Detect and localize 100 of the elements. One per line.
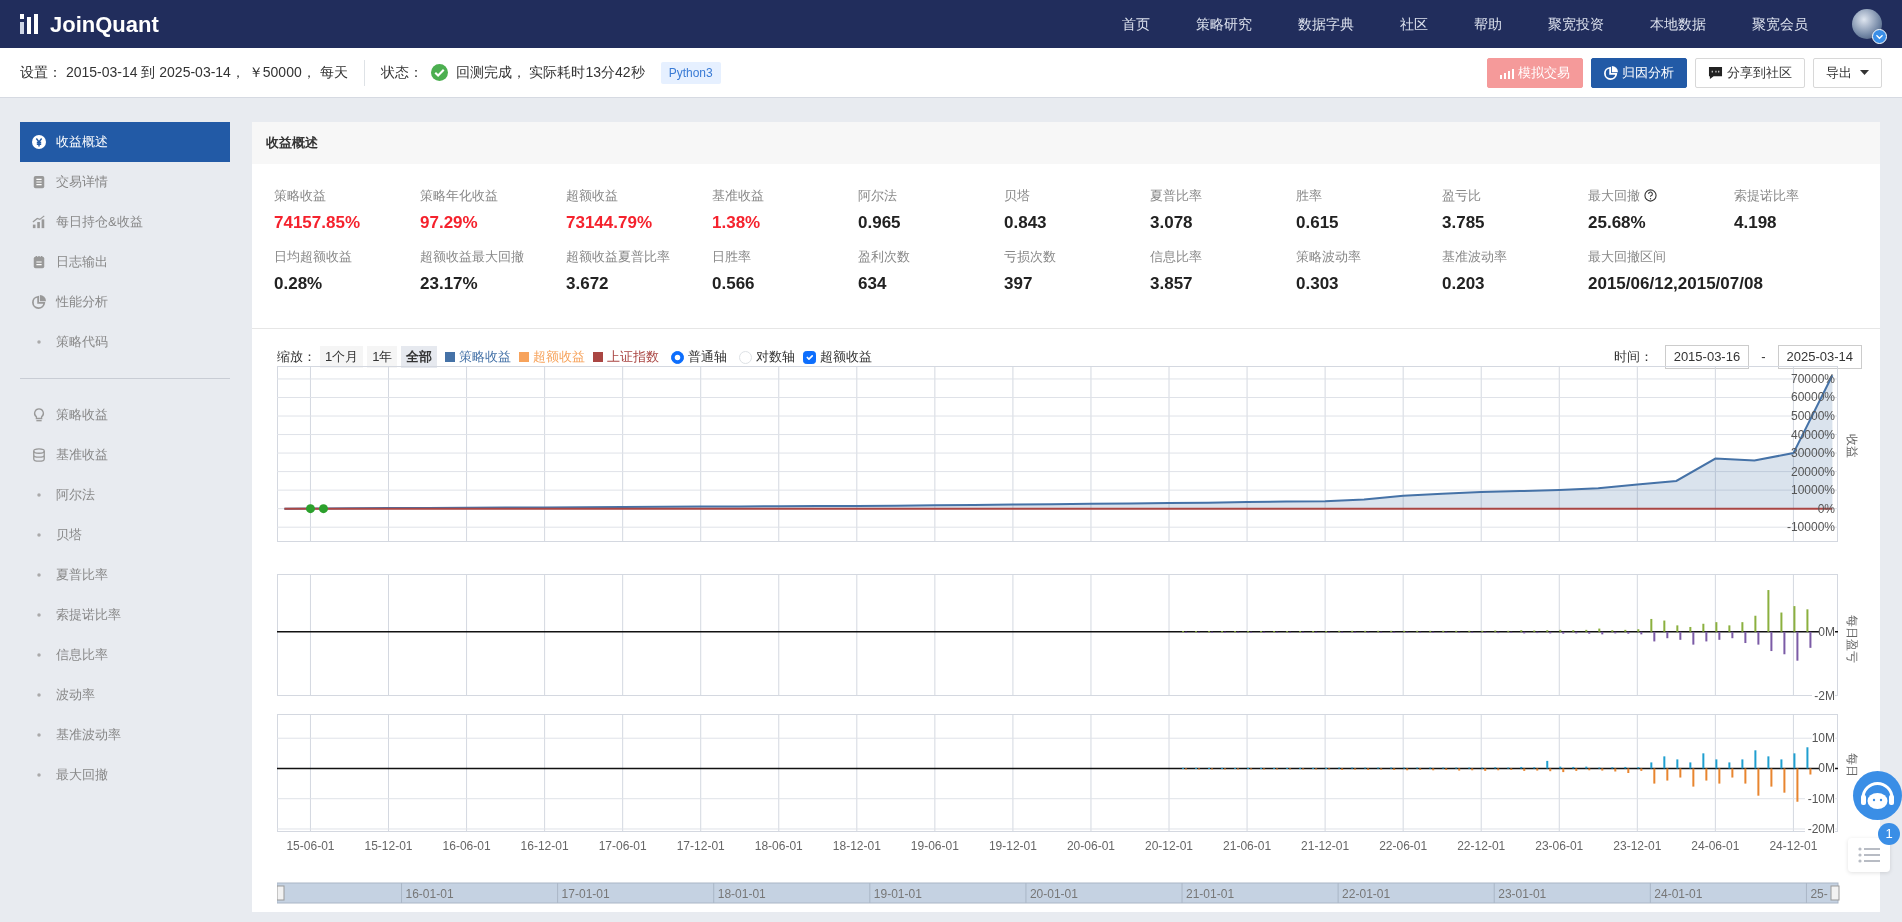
- axis-label: 17-12-01: [676, 839, 725, 853]
- axis-label: 20-01-01: [1029, 887, 1078, 901]
- metric-value: 3.672: [566, 272, 609, 295]
- axis-label: 20-06-01: [1066, 839, 1115, 853]
- sidebar-item[interactable]: 每日持仓&收益: [20, 202, 230, 242]
- metric-value: 3.785: [1442, 211, 1485, 234]
- brand-name[interactable]: JoinQuant: [50, 7, 159, 41]
- nav-link[interactable]: 首页: [1122, 13, 1150, 35]
- axis-label: 22-12-01: [1457, 839, 1506, 853]
- axis-label: 18-01-01: [717, 887, 766, 901]
- axis-label: 19-01-01: [873, 887, 922, 901]
- axis-label: 20-12-01: [1145, 839, 1194, 853]
- axis-label: 23-01-01: [1498, 887, 1547, 901]
- date-field[interactable]: 2025-03-14: [1777, 345, 1862, 369]
- metric-label: 最大回撤区间: [1588, 248, 1666, 266]
- sidebar-item[interactable]: 贝塔: [20, 515, 230, 555]
- axis-title: 每日: [1845, 753, 1859, 777]
- version-badge: Python3: [660, 61, 721, 84]
- metric-label: 盈利次数: [858, 248, 910, 266]
- metric-label: 基准波动率: [1442, 248, 1507, 266]
- metric-label: 超额收益夏普比率: [566, 248, 670, 266]
- axis-label: -2M: [1814, 689, 1835, 703]
- metric-value: 23.17%: [420, 272, 478, 295]
- status-label: 状态：: [380, 63, 423, 82]
- axis-label: 17-06-01: [598, 839, 647, 853]
- settings-text: 设置： 2015-03-14 到 2025-03-14， ￥50000， 每天: [20, 63, 348, 82]
- metric-value: 0.843: [1004, 211, 1047, 234]
- sidebar-item[interactable]: 基准波动率: [20, 715, 230, 755]
- sidebar-item[interactable]: 最大回撤: [20, 755, 230, 795]
- date-field[interactable]: 2015-03-16: [1664, 345, 1750, 369]
- metric-value: 3.857: [1150, 272, 1193, 295]
- axis-label: 22-06-01: [1379, 839, 1428, 853]
- sidebar-item[interactable]: 性能分析: [20, 282, 230, 322]
- sidebar-item[interactable]: 波动率: [20, 675, 230, 715]
- nav-link[interactable]: 策略研究: [1196, 13, 1252, 35]
- nav-link[interactable]: 聚宽会员: [1752, 13, 1808, 35]
- sidebar-item[interactable]: 信息比率: [20, 635, 230, 675]
- zoom-button[interactable]: 1个月: [320, 346, 364, 368]
- axis-label: 0M: [1818, 624, 1835, 639]
- metric-label: 信息比率: [1150, 248, 1202, 266]
- metric-label: 策略波动率: [1296, 248, 1361, 266]
- metric-label: 基准收益: [712, 187, 764, 205]
- nav-link[interactable]: 本地数据: [1650, 13, 1706, 35]
- time-label: 时间：: [1613, 348, 1653, 367]
- axis-label: 0M: [1818, 761, 1835, 776]
- metric-label: 盈亏比: [1442, 187, 1481, 205]
- axis-label: 16-06-01: [442, 839, 491, 853]
- metric-value: 0.965: [858, 211, 901, 234]
- sidebar-item[interactable]: 策略代码: [20, 322, 230, 362]
- metric-value: 1.38%: [712, 211, 761, 234]
- action-button[interactable]: 归因分析: [1591, 57, 1687, 88]
- axis-label: 19-12-01: [988, 839, 1037, 853]
- nav-link[interactable]: 数据字典: [1298, 13, 1354, 35]
- metric-label: 策略收益: [274, 187, 326, 205]
- action-button[interactable]: 分享到社区: [1695, 57, 1805, 88]
- sidebar-item[interactable]: 索提诺比率: [20, 595, 230, 635]
- zoom-button[interactable]: 全部: [401, 346, 438, 368]
- nav-link[interactable]: 帮助: [1474, 13, 1502, 35]
- metric-value: 0.566: [712, 272, 755, 295]
- metric-label: 超额收益最大回撤: [420, 248, 524, 266]
- status-text: 回测完成， 实际耗时13分42秒: [455, 63, 645, 82]
- axis-label: 21-12-01: [1301, 839, 1350, 853]
- sidebar-item[interactable]: 夏普比率: [20, 555, 230, 595]
- axis-label: -20M: [1807, 821, 1835, 836]
- sidebar-item[interactable]: 交易详情: [20, 162, 230, 202]
- sidebar-item[interactable]: 策略收益: [20, 395, 230, 435]
- axis-label: 18-06-01: [754, 839, 803, 853]
- nav-link[interactable]: 社区: [1400, 13, 1428, 35]
- sidebar-item[interactable]: 收益概述: [20, 122, 230, 162]
- axis-label: 25-: [1810, 887, 1828, 901]
- metric-value: 634: [858, 272, 887, 295]
- radio-label: 普通轴: [688, 348, 728, 367]
- metric-label: 贝塔: [1004, 187, 1030, 205]
- axis-label: -10M: [1807, 791, 1835, 806]
- metric-label: 阿尔法: [858, 187, 897, 205]
- sidebar-item[interactable]: 阿尔法: [20, 475, 230, 515]
- sidebar-item[interactable]: 日志输出: [20, 242, 230, 282]
- nav-link[interactable]: 聚宽投资: [1548, 13, 1604, 35]
- axis-label: 24-01-01: [1654, 887, 1703, 901]
- axis-label: 10M: [1811, 731, 1835, 746]
- metric-label: 策略年化收益: [420, 187, 498, 205]
- metric-value: 0.203: [1442, 272, 1485, 295]
- metric-value: 25.68%: [1588, 211, 1646, 234]
- metric-label: 胜率: [1296, 187, 1322, 205]
- metric-label: 日胜率: [712, 248, 751, 266]
- metric-value: 2015/06/12,2015/07/08: [1588, 272, 1763, 295]
- zoom-button[interactable]: 1年: [367, 346, 398, 368]
- legend-label[interactable]: 策略收益: [459, 347, 512, 367]
- action-button[interactable]: 导出: [1813, 57, 1882, 88]
- legend-label[interactable]: 上证指数: [607, 347, 660, 367]
- metric-value: 0.28%: [274, 272, 323, 295]
- axis-label: 24-06-01: [1691, 839, 1740, 853]
- metric-label: 日均超额收益: [274, 248, 352, 266]
- axis-label: 16-01-01: [405, 887, 454, 901]
- axis-label: 23-12-01: [1613, 839, 1662, 853]
- metric-value: 397: [1004, 272, 1033, 295]
- sidebar-item[interactable]: 基准收益: [20, 435, 230, 475]
- metric-label: 亏损次数: [1004, 248, 1056, 266]
- axis-label: 21-06-01: [1223, 839, 1272, 853]
- metric-value: 97.29%: [420, 211, 478, 234]
